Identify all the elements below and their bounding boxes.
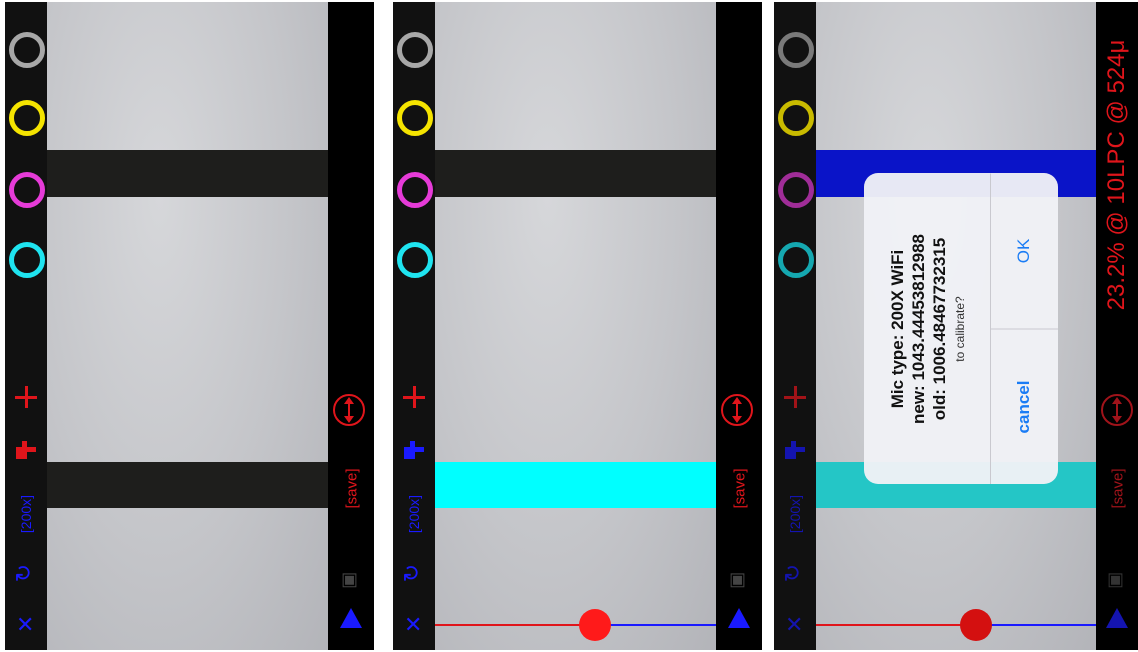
yellow-circle-icon[interactable] (397, 100, 433, 136)
dialog-buttons: cancel OK (990, 173, 1058, 484)
calibration-slider-knob[interactable] (579, 609, 612, 641)
right-toolbar: [save] ▣ (716, 2, 762, 650)
cancel-button[interactable]: cancel (990, 328, 1058, 484)
cyan-circle-icon[interactable] (397, 242, 433, 278)
calibration-slider-track[interactable] (816, 624, 1096, 626)
close-icon[interactable]: ✕ (785, 614, 803, 636)
triangle-up-icon[interactable] (1106, 608, 1128, 628)
vertical-measure-icon[interactable] (1099, 392, 1135, 428)
dialog-mic-type: Mic type: 200X WiFi (888, 249, 907, 408)
triangle-up-icon[interactable] (340, 608, 362, 628)
gray-circle-icon[interactable] (9, 32, 45, 68)
plus-icon[interactable] (15, 386, 37, 408)
pointing-hand-icon[interactable] (14, 439, 38, 461)
vertical-measure-icon[interactable] (719, 392, 755, 428)
magenta-circle-icon[interactable] (778, 172, 814, 208)
left-toolbar: [200x] ↻ ✕ (5, 2, 47, 650)
pointing-hand-icon[interactable] (783, 439, 807, 461)
undo-icon[interactable]: ↻ (399, 564, 424, 582)
camera-icon[interactable]: ▣ (1107, 568, 1124, 590)
measurement-readout: 23.2% @ 10LPC @ 524μ (1103, 39, 1130, 311)
dark-band-bottom (47, 462, 328, 508)
save-button[interactable]: [save] (732, 461, 749, 517)
screen-panel-2: [200x] ↻ ✕ [save] ▣ (393, 2, 762, 650)
undo-icon[interactable]: ↻ (780, 564, 805, 582)
left-toolbar: [200x] ↻ ✕ (393, 2, 435, 650)
dialog-new-value: new: 1043.44453812988 (909, 233, 928, 424)
pointing-hand-icon[interactable] (402, 439, 426, 461)
close-icon[interactable]: ✕ (404, 614, 422, 636)
save-button[interactable]: [save] (1110, 461, 1127, 517)
screen-panel-1: [200x] ↻ ✕ [save] ▣ (5, 2, 374, 650)
cyan-circle-icon[interactable] (9, 242, 45, 278)
camera-icon[interactable]: ▣ (341, 568, 358, 590)
calibration-alert-dialog: Mic type: 200X WiFi new: 1043.4445381298… (864, 173, 1058, 484)
dark-band-top (47, 150, 328, 197)
dark-band-top (435, 150, 716, 197)
right-toolbar: [save] ▣ (328, 2, 374, 650)
microscope-view (435, 2, 716, 650)
yellow-circle-icon[interactable] (9, 100, 45, 136)
magenta-circle-icon[interactable] (9, 172, 45, 208)
vertical-measure-icon[interactable] (331, 392, 367, 428)
undo-icon[interactable]: ↻ (11, 564, 36, 582)
calibration-slider-track[interactable] (435, 624, 716, 626)
dialog-old-value: old: 1006.48467732315 (930, 237, 949, 420)
cyan-circle-icon[interactable] (778, 242, 814, 278)
dialog-content: Mic type: 200X WiFi new: 1043.4445381298… (864, 173, 1058, 484)
dialog-body: Mic type: 200X WiFi new: 1043.4445381298… (864, 173, 991, 484)
ok-button[interactable]: OK (990, 173, 1058, 328)
camera-icon[interactable]: ▣ (729, 568, 746, 590)
plus-icon[interactable] (784, 386, 806, 408)
save-button[interactable]: [save] (344, 461, 361, 517)
plus-icon[interactable] (403, 386, 425, 408)
cyan-band-selected[interactable] (435, 462, 716, 508)
magenta-circle-icon[interactable] (397, 172, 433, 208)
microscope-view (47, 2, 328, 650)
triangle-up-icon[interactable] (728, 608, 750, 628)
yellow-circle-icon[interactable] (778, 100, 814, 136)
calibration-slider-knob[interactable] (959, 609, 992, 641)
gray-circle-icon[interactable] (778, 32, 814, 68)
magnification-label[interactable]: [200x] (18, 491, 34, 537)
right-toolbar: 23.2% @ 10LPC @ 524μ [save] ▣ (1096, 2, 1138, 650)
dialog-message: to calibrate? (953, 295, 967, 362)
left-toolbar: [200x] ↻ ✕ (774, 2, 816, 650)
magnification-label[interactable]: [200x] (787, 491, 803, 537)
gray-circle-icon[interactable] (397, 32, 433, 68)
magnification-label[interactable]: [200x] (406, 491, 422, 537)
close-icon[interactable]: ✕ (16, 614, 34, 636)
